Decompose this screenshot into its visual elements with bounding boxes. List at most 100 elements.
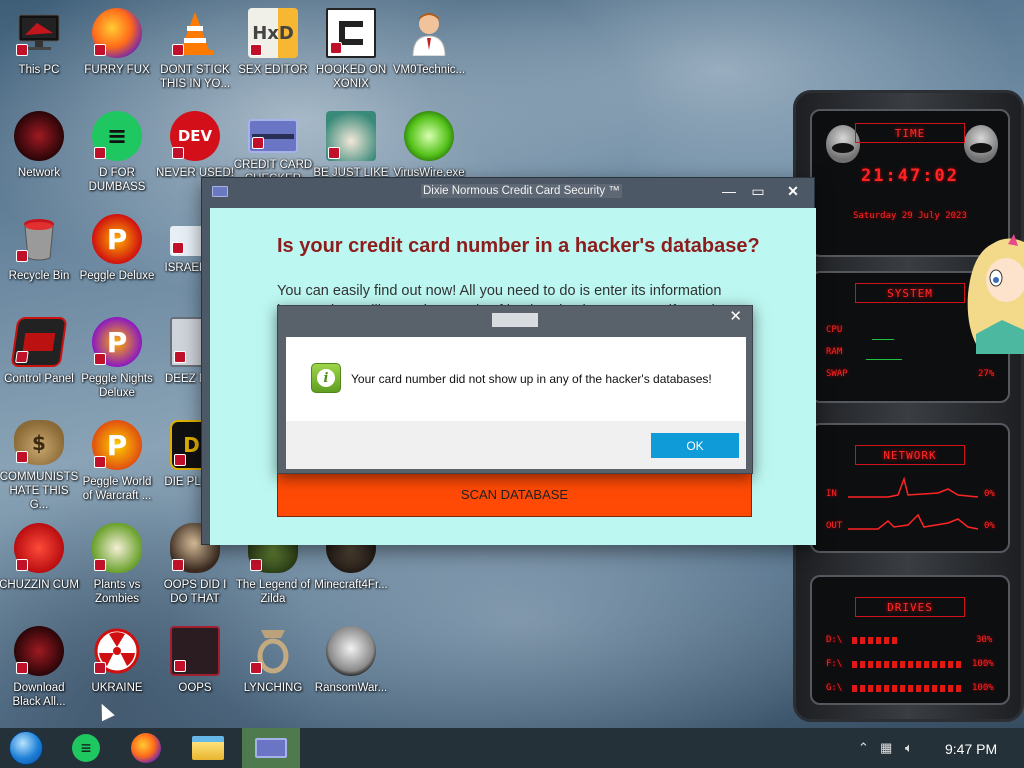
desktop-icon-vm0technic[interactable]: VM0Technic... — [390, 2, 468, 100]
drive-label: F:\ — [826, 659, 843, 669]
peggle-wow-icon: P — [92, 420, 142, 470]
drive-label: G:\ — [826, 683, 843, 693]
desktop-icon-hooked-on-xonix[interactable]: HOOKED ON XONIX — [312, 2, 390, 100]
message-box-content: i Your card number did not show up in an… — [286, 337, 746, 469]
desktop-icon-label: Control Panel — [4, 373, 74, 385]
desktop-icon-peggle-nights[interactable]: P Peggle Nights Deluxe — [78, 311, 156, 409]
in-label: IN — [826, 489, 837, 499]
message-box-footer: OK — [286, 421, 746, 469]
skull-icon — [326, 626, 376, 676]
xonix-game-icon — [326, 8, 376, 58]
ram-graph — [872, 339, 894, 340]
desktop-icon-label: OOPS DID I DO THAT — [163, 579, 227, 605]
desktop-icon-this-pc[interactable]: This PC — [0, 2, 78, 100]
desktop-icon-label: This PC — [18, 64, 60, 76]
desktop-icon-label: SEX EDITOR — [238, 64, 308, 76]
minimize-button[interactable]: — — [718, 182, 740, 200]
desktop-icon-download-black[interactable]: Download Black All... — [0, 620, 78, 718]
ram-label: RAM — [826, 347, 843, 357]
desktop-icon-network[interactable]: Network — [0, 105, 78, 203]
hex-editor-icon: HxD — [248, 8, 298, 58]
network-tray-icon[interactable]: ▦ — [880, 740, 892, 756]
result-message-box: ✕ i Your card number did not show up in … — [277, 305, 753, 474]
desktop-icon-label: RansomWar... — [314, 682, 388, 694]
up-arrow-icon[interactable]: ⌃ — [858, 740, 869, 756]
message-box-titlebar[interactable] — [492, 313, 538, 327]
desktop-icon-furry-fux[interactable]: FURRY FUX — [78, 2, 156, 100]
peggle-nights-icon: P — [92, 317, 142, 367]
ok-button[interactable]: OK — [651, 433, 739, 458]
desktop-icon-ransomware[interactable]: RansomWar... — [312, 620, 390, 718]
desktop-icon-label: LYNCHING — [243, 682, 303, 694]
desktop-icon-communists[interactable]: $ COMMUNISTS HATE THIS G... — [0, 414, 78, 512]
traffic-cone-icon — [170, 8, 220, 58]
start-orb-icon — [9, 731, 43, 765]
taskbar-clock[interactable]: 9:47 PM — [945, 741, 997, 757]
taskbar: ≡ up-arrow-icon ⌃ ▦ 🔈︎ 9:47 PM — [0, 728, 1024, 768]
radiation-icon — [92, 626, 142, 676]
drive-value: 100% — [972, 683, 994, 693]
swap-label: SWAP — [826, 369, 848, 379]
system-monitor-gadget: TIME 21:47:02 Saturday 29 July 2023 SYST… — [793, 90, 1024, 722]
taskbar-file-explorer[interactable] — [184, 728, 232, 768]
firefox-icon — [131, 733, 161, 763]
out-graph — [848, 513, 978, 530]
desktop-icon-label: DONT STICK THIS IN YO... — [159, 64, 231, 90]
desktop-icon-control-panel[interactable]: Control Panel — [0, 311, 78, 409]
plants-vs-zombies-icon — [92, 523, 142, 573]
desktop-icon-peggle-deluxe[interactable]: P Peggle Deluxe — [78, 208, 156, 306]
maximize-button[interactable]: ▭ — [747, 182, 769, 200]
info-icon: i — [311, 363, 341, 393]
desktop-icon-recycle-bin[interactable]: Recycle Bin — [0, 208, 78, 306]
taskbar-credit-card-app[interactable] — [242, 728, 300, 768]
time-header: TIME — [855, 123, 965, 143]
desktop-icon-label: UKRAINE — [91, 682, 143, 694]
message-text: Your card number did not show up in any … — [351, 372, 712, 386]
desktop-icon-label: CHUZZIN CUM — [0, 579, 79, 591]
desktop-icon-label: Network — [17, 167, 61, 179]
desktop-icon-label: HOOKED ON XONIX — [315, 64, 387, 90]
credit-card-app-icon — [212, 186, 228, 197]
scan-database-button[interactable]: SCAN DATABASE — [277, 472, 752, 517]
drives-header: DRIVES — [855, 597, 965, 617]
window-titlebar[interactable]: Dixie Normous Credit Card Security ™ — ▭… — [202, 178, 814, 206]
peggle-icon: P — [92, 214, 142, 264]
chat-app-icon: ≡ — [72, 734, 100, 762]
desktop-icon-label: Download Black All... — [12, 682, 66, 708]
drives-panel: DRIVES D:\ 30% F:\ 100% G:\ 100% — [810, 575, 1010, 705]
control-panel-icon — [10, 317, 68, 367]
credit-card-icon — [248, 119, 298, 153]
desktop-icon-oops[interactable]: OOPS — [156, 620, 234, 718]
message-box-close-button[interactable]: ✕ — [729, 307, 742, 325]
file-explorer-icon — [192, 736, 224, 760]
desktop-icon-dont-stick[interactable]: DONT STICK THIS IN YO... — [156, 2, 234, 100]
out-value: 0% — [984, 521, 995, 531]
technician-icon — [404, 8, 454, 58]
desktop-icon-label: VM0Technic... — [392, 64, 466, 76]
desktop-icon-peggle-wow[interactable]: P Peggle World of Warcraft ... — [78, 414, 156, 512]
desktop-icon-lynching[interactable]: LYNCHING — [234, 620, 312, 718]
desktop-icon-sex-editor[interactable]: HxD SEX EDITOR — [234, 2, 312, 100]
recycle-bin-icon — [14, 214, 64, 264]
in-graph — [848, 476, 978, 498]
start-button[interactable] — [2, 728, 50, 768]
taskbar-firefox[interactable] — [122, 728, 170, 768]
in-value: 0% — [984, 489, 995, 499]
money-bag-icon: $ — [14, 420, 64, 465]
taskbar-chat-app[interactable]: ≡ — [62, 728, 110, 768]
desktop-icon-chuzzin[interactable]: CHUZZIN CUM — [0, 517, 79, 615]
close-button[interactable]: ✕ — [782, 182, 804, 200]
drive-value: 100% — [972, 659, 994, 669]
desktop-icon-ukraine[interactable]: UKRAINE — [78, 620, 156, 718]
desktop-icon-label: FURRY FUX — [84, 64, 150, 76]
page-heading: Is your credit card number in a hacker's… — [277, 235, 760, 257]
swap-value: 27% — [978, 369, 995, 379]
desktop-icon-d-for-dumbass[interactable]: ≡ D FOR DUMBASS — [78, 105, 156, 203]
time-display: 21:47:02 — [861, 166, 959, 186]
volume-icon[interactable]: 🔈︎ — [905, 740, 913, 756]
network-panel: NETWORK IN 0% OUT 0% — [810, 423, 1010, 553]
cartoon-character-sticker — [967, 234, 1024, 354]
cpu-label: CPU — [826, 325, 843, 335]
desktop-icon-plants-vs-zombies[interactable]: Plants vs Zombies — [78, 517, 156, 615]
alien-head-icon — [964, 125, 998, 163]
